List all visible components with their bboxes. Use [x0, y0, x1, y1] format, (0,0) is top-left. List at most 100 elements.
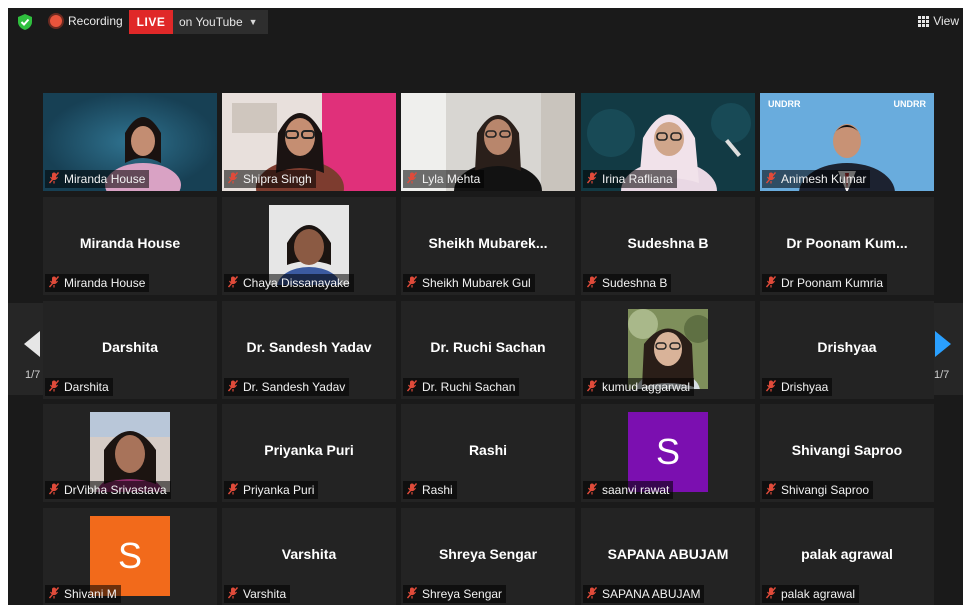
participant-nameplate: SAPANA ABUJAM	[583, 585, 705, 603]
participant-tile[interactable]: Ssaanvi rawat	[581, 404, 755, 502]
participant-display-name: Priyanka Puri	[264, 442, 354, 458]
participant-name: Shivangi Saproo	[781, 483, 870, 497]
participant-display-name: Shreya Sengar	[438, 546, 538, 562]
participant-display-name: Shivangi Saproo	[791, 442, 903, 458]
avatar: S	[628, 412, 708, 492]
mic-muted-icon	[765, 483, 777, 497]
participant-name: Animesh Kumar	[781, 172, 867, 186]
participant-tile[interactable]: Shreya Sengar Shreya Sengar	[401, 508, 575, 605]
participant-nameplate: Rashi	[403, 481, 457, 499]
participant-tile[interactable]: Sudeshna B Sudeshna B	[581, 197, 755, 295]
participant-tile[interactable]: Dr Poonam Kum... Dr Poonam Kumria	[760, 197, 934, 295]
mic-muted-icon	[586, 172, 598, 186]
mic-muted-icon	[765, 380, 777, 394]
participant-nameplate: Shivangi Saproo	[762, 481, 874, 499]
participant-name: Shipra Singh	[243, 172, 312, 186]
participant-nameplate: kumud aggarwal	[583, 378, 695, 396]
mic-muted-icon	[765, 172, 777, 186]
participant-nameplate: Irina Rafliana	[583, 170, 677, 188]
participant-tile[interactable]: DrVibha Srivastava	[43, 404, 217, 502]
meeting-window: Recording LIVE on YouTube ▼ View 1/7 1/7…	[8, 8, 963, 605]
profile-photo	[90, 412, 170, 492]
participant-tile[interactable]: Drishyaa Drishyaa	[760, 301, 934, 399]
participant-tile[interactable]: Varshita Varshita	[222, 508, 396, 605]
mic-muted-icon	[227, 172, 239, 186]
participant-nameplate: Sudeshna B	[583, 274, 672, 292]
participant-name: SAPANA ABUJAM	[602, 587, 701, 601]
participant-name: Miranda House	[64, 276, 146, 290]
mic-muted-icon	[406, 276, 418, 290]
participant-tile[interactable]: S Shivani M	[43, 508, 217, 605]
participant-tile[interactable]: Shivangi Saproo Shivangi Saproo	[760, 404, 934, 502]
recording-label[interactable]: Recording	[68, 14, 123, 28]
participant-display-name: Darshita	[101, 339, 159, 355]
participant-nameplate: Dr. Ruchi Sachan	[403, 378, 520, 396]
shield-icon[interactable]	[16, 13, 34, 31]
participant-tile[interactable]: Sheikh Mubarek... Sheikh Mubarek Gul	[401, 197, 575, 295]
participant-nameplate: Animesh Kumar	[762, 170, 871, 188]
participant-tile[interactable]: Priyanka Puri Priyanka Puri	[222, 404, 396, 502]
view-button[interactable]: View	[918, 14, 959, 28]
recording-icon	[50, 15, 62, 27]
participant-tile[interactable]: Shipra Singh	[222, 93, 396, 191]
participant-tile[interactable]: Irina Rafliana	[581, 93, 755, 191]
top-toolbar: Recording LIVE on YouTube ▼ View	[8, 8, 963, 36]
participant-tile[interactable]: Chaya Dissanayake	[222, 197, 396, 295]
mic-muted-icon	[586, 276, 598, 290]
participant-display-name: SAPANA ABUJAM	[607, 546, 729, 562]
mic-muted-icon	[406, 380, 418, 394]
participant-tile[interactable]: Dr. Sandesh Yadav Dr. Sandesh Yadav	[222, 301, 396, 399]
mic-muted-icon	[765, 276, 777, 290]
participant-nameplate: palak agrawal	[762, 585, 860, 603]
participant-name: kumud aggarwal	[602, 380, 691, 394]
participant-tile[interactable]: SAPANA ABUJAM SAPANA ABUJAM	[581, 508, 755, 605]
mic-muted-icon	[227, 483, 239, 497]
mic-muted-icon	[406, 587, 418, 601]
avatar: S	[90, 516, 170, 596]
participant-display-name: Dr Poonam Kum...	[786, 235, 908, 251]
participant-tile[interactable]: Miranda House	[43, 93, 217, 191]
mic-muted-icon	[406, 483, 418, 497]
participant-display-name: Miranda House	[79, 235, 181, 251]
participant-name: Drishyaa	[781, 380, 829, 394]
participant-display-name: Sheikh Mubarek...	[428, 235, 548, 251]
mic-muted-icon	[227, 587, 239, 601]
mic-muted-icon	[765, 587, 777, 601]
mic-muted-icon	[586, 380, 598, 394]
participant-tile[interactable]: Rashi Rashi	[401, 404, 575, 502]
grid-view-icon	[918, 15, 930, 27]
arrow-left-icon	[24, 331, 40, 357]
participant-nameplate: Shivani M	[45, 585, 121, 603]
participant-name: Miranda House	[64, 172, 146, 186]
live-badge: LIVE	[129, 10, 173, 34]
participant-nameplate: Shreya Sengar	[403, 585, 507, 603]
participant-nameplate: Miranda House	[45, 274, 150, 292]
page-indicator-left: 1/7	[25, 369, 41, 381]
profile-photo	[269, 205, 349, 285]
participant-name: Priyanka Puri	[243, 483, 315, 497]
participant-tile[interactable]: kumud aggarwal	[581, 301, 755, 399]
stream-target-dropdown[interactable]: on YouTube ▼	[173, 10, 268, 34]
participant-nameplate: Dr. Sandesh Yadav	[224, 378, 350, 396]
participant-tile[interactable]: Darshita Darshita	[43, 301, 217, 399]
participant-tile[interactable]: Lyla Mehta	[401, 93, 575, 191]
participant-display-name: Dr. Ruchi Sachan	[430, 339, 546, 355]
participant-display-name: Varshita	[281, 546, 337, 562]
mic-muted-icon	[227, 276, 239, 290]
undrr-logo: UNDRR	[893, 99, 927, 109]
mic-muted-icon	[48, 587, 60, 601]
participant-name: saanvi rawat	[602, 483, 670, 497]
view-label: View	[933, 14, 959, 28]
page-indicator-right: 1/7	[934, 369, 950, 381]
participant-nameplate: Varshita	[224, 585, 291, 603]
stream-target-label: on YouTube	[179, 15, 243, 29]
participant-name: Darshita	[64, 380, 109, 394]
participant-tile[interactable]: palak agrawal palak agrawal	[760, 508, 934, 605]
mic-muted-icon	[227, 380, 239, 394]
profile-photo	[628, 309, 708, 389]
participant-display-name: Rashi	[468, 442, 508, 458]
participant-name: Shreya Sengar	[422, 587, 503, 601]
participant-tile[interactable]: Miranda House Miranda House	[43, 197, 217, 295]
participant-tile[interactable]: Dr. Ruchi Sachan Dr. Ruchi Sachan	[401, 301, 575, 399]
participant-tile[interactable]: UNDRR UNDRR Animesh Kumar	[760, 93, 934, 191]
